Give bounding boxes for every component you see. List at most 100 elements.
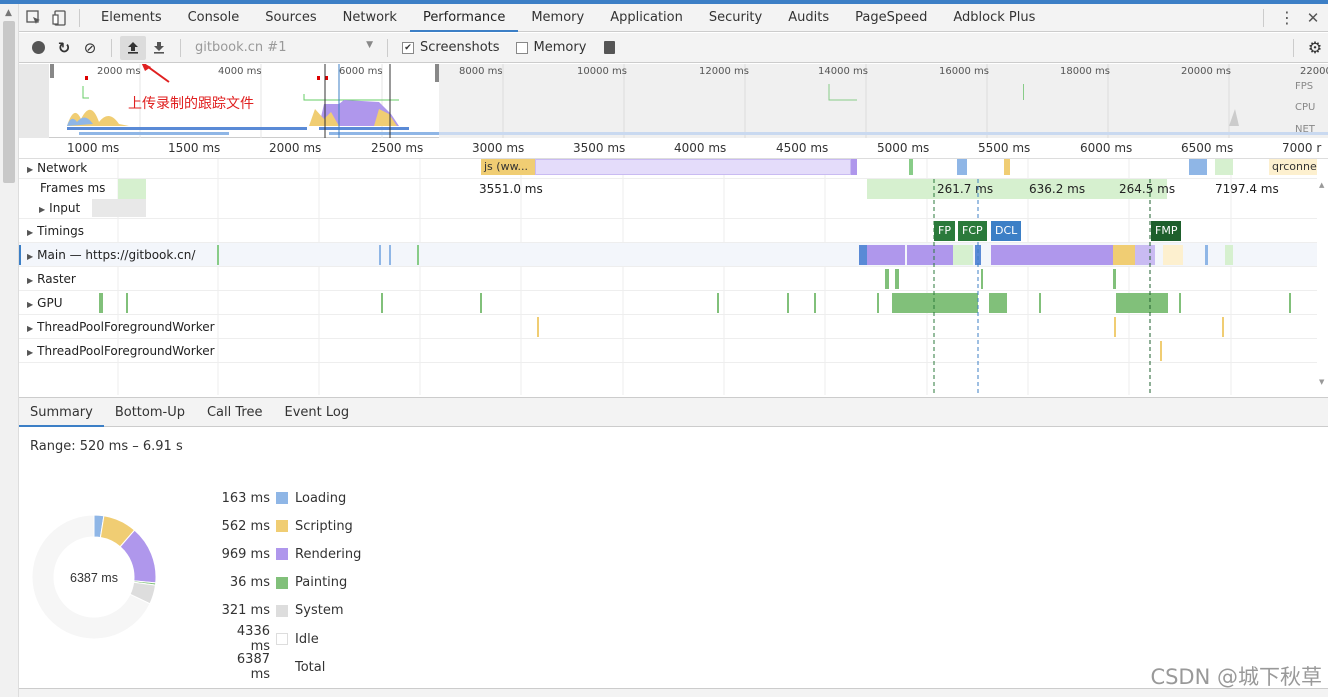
close-icon[interactable]: ✕ <box>1302 8 1324 28</box>
memory-checkbox[interactable]: Memory <box>515 40 586 55</box>
frame-block[interactable] <box>118 179 146 199</box>
gpu-task[interactable] <box>814 293 816 313</box>
task-block[interactable] <box>379 245 381 265</box>
raster-task[interactable] <box>981 269 983 289</box>
clear-button[interactable]: ⊘ <box>77 36 103 60</box>
gpu-task[interactable] <box>1179 293 1181 313</box>
capture-settings-button[interactable]: ⚙ <box>1302 36 1328 60</box>
tab-pagespeed[interactable]: PageSpeed <box>842 4 940 32</box>
gpu-task[interactable] <box>892 293 978 313</box>
save-profile-button[interactable] <box>146 36 172 60</box>
record-button[interactable] <box>25 36 51 60</box>
task-block[interactable] <box>991 245 1113 265</box>
scroll-up-arrow-icon[interactable]: ▲ <box>5 8 12 18</box>
gpu-task[interactable] <box>1116 293 1168 313</box>
profile-select[interactable]: gitbook.cn #1 ▼ <box>189 40 379 55</box>
more-options-icon[interactable]: ⋮ <box>1276 8 1298 28</box>
task-block[interactable] <box>389 245 391 265</box>
track-gpu[interactable]: ▶ GPU <box>19 291 1317 315</box>
marker-dcl[interactable]: DCL <box>991 221 1022 241</box>
task-block[interactable] <box>1205 245 1208 265</box>
device-toolbar-icon[interactable] <box>49 8 71 28</box>
collect-garbage-button[interactable] <box>596 36 622 60</box>
worker-task[interactable] <box>1160 341 1162 361</box>
track-label: ▶ Network <box>27 161 88 175</box>
task-block[interactable] <box>953 245 973 265</box>
task-block[interactable] <box>907 245 953 265</box>
worker-task[interactable] <box>1222 317 1224 337</box>
scroll-down-arrow-icon[interactable]: ▼ <box>1319 378 1324 386</box>
gpu-task[interactable] <box>126 293 128 313</box>
tab-elements[interactable]: Elements <box>88 4 175 32</box>
task-block[interactable] <box>1135 245 1155 265</box>
track-main[interactable]: ▶ Main — https://gitbook.cn/ <box>19 243 1317 267</box>
raster-task[interactable] <box>885 269 889 289</box>
task-block[interactable] <box>975 245 981 265</box>
network-request-bar[interactable] <box>957 159 967 175</box>
details-tab-event-log[interactable]: Event Log <box>273 398 360 427</box>
details-tab-bottom-up[interactable]: Bottom-Up <box>104 398 196 427</box>
network-request-bar[interactable] <box>851 159 857 175</box>
network-request-bar[interactable] <box>1215 159 1233 175</box>
reload-record-button[interactable]: ↻ <box>51 36 77 60</box>
legend-label: Loading <box>295 490 347 506</box>
track-raster[interactable]: ▶ Raster <box>19 267 1317 291</box>
track-worker-2[interactable]: ▶ ThreadPoolForegroundWorker <box>19 339 1317 363</box>
tab-sources[interactable]: Sources <box>252 4 329 32</box>
tab-adblock-plus[interactable]: Adblock Plus <box>940 4 1048 32</box>
tracks-scrollbar[interactable]: ▲ ▼ <box>1317 159 1328 395</box>
track-input[interactable]: ▶ Input <box>19 199 1317 219</box>
task-block[interactable] <box>217 245 219 265</box>
scroll-up-arrow-icon[interactable]: ▲ <box>1319 181 1324 189</box>
details-tab-call-tree[interactable]: Call Tree <box>196 398 274 427</box>
track-timings[interactable]: ▶ Timings <box>19 219 1317 243</box>
details-tab-summary[interactable]: Summary <box>19 398 104 427</box>
network-request-bar[interactable] <box>1004 159 1010 175</box>
network-request-bar[interactable]: qrconne <box>1269 159 1317 175</box>
load-profile-button[interactable] <box>120 35 146 60</box>
tab-network[interactable]: Network <box>330 4 410 32</box>
flame-chart[interactable]: ▶ Network js (ww... qrconne Frames ms 355… <box>19 159 1317 395</box>
tab-performance[interactable]: Performance <box>409 4 519 32</box>
gpu-task[interactable] <box>877 293 879 313</box>
tab-audits[interactable]: Audits <box>775 4 842 32</box>
gpu-task[interactable] <box>717 293 719 313</box>
gpu-task[interactable] <box>99 293 103 313</box>
task-block[interactable] <box>867 245 905 265</box>
gpu-task[interactable] <box>1289 293 1291 313</box>
screenshots-checkbox[interactable]: ✔ Screenshots <box>402 40 500 55</box>
worker-task[interactable] <box>1114 317 1116 337</box>
gpu-task[interactable] <box>1039 293 1041 313</box>
tab-memory[interactable]: Memory <box>518 4 597 32</box>
marker-fmp[interactable]: FMP <box>1151 221 1182 241</box>
track-network[interactable]: ▶ Network js (ww... qrconne <box>19 159 1317 179</box>
page-scrollbar[interactable]: ▲ <box>0 4 19 697</box>
network-request-bar[interactable]: js (ww... <box>481 159 535 175</box>
raster-task[interactable] <box>1113 269 1116 289</box>
gpu-task[interactable] <box>787 293 789 313</box>
tab-security[interactable]: Security <box>696 4 775 32</box>
task-block[interactable] <box>1225 245 1233 265</box>
summary-legend: 163 ms Loading 562 ms Scripting 969 ms Render… <box>215 484 362 683</box>
network-request-bar[interactable] <box>909 159 913 175</box>
task-block[interactable] <box>859 245 867 265</box>
task-block[interactable] <box>1113 245 1135 265</box>
task-block[interactable] <box>417 245 419 265</box>
track-frames[interactable]: Frames ms 3551.0 ms 261.7 ms 636.2 ms 26… <box>19 179 1317 199</box>
gpu-task[interactable] <box>480 293 482 313</box>
marker-fp[interactable]: FP <box>934 221 955 241</box>
gpu-task[interactable] <box>989 293 1007 313</box>
inspect-element-icon[interactable] <box>23 8 45 28</box>
scrollbar-thumb[interactable] <box>3 21 15 183</box>
marker-fcp[interactable]: FCP <box>958 221 987 241</box>
tab-console[interactable]: Console <box>175 4 253 32</box>
raster-task[interactable] <box>895 269 899 289</box>
network-request-bar[interactable] <box>535 159 851 175</box>
gpu-task[interactable] <box>381 293 383 313</box>
network-request-bar[interactable] <box>1189 159 1207 175</box>
track-worker-1[interactable]: ▶ ThreadPoolForegroundWorker <box>19 315 1317 339</box>
performance-toolbar: ↻ ⊘ gitbook.cn #1 ▼ ✔ Screenshots Memory… <box>19 33 1328 63</box>
worker-task[interactable] <box>537 317 539 337</box>
tab-application[interactable]: Application <box>597 4 696 32</box>
task-block[interactable] <box>1163 245 1183 265</box>
